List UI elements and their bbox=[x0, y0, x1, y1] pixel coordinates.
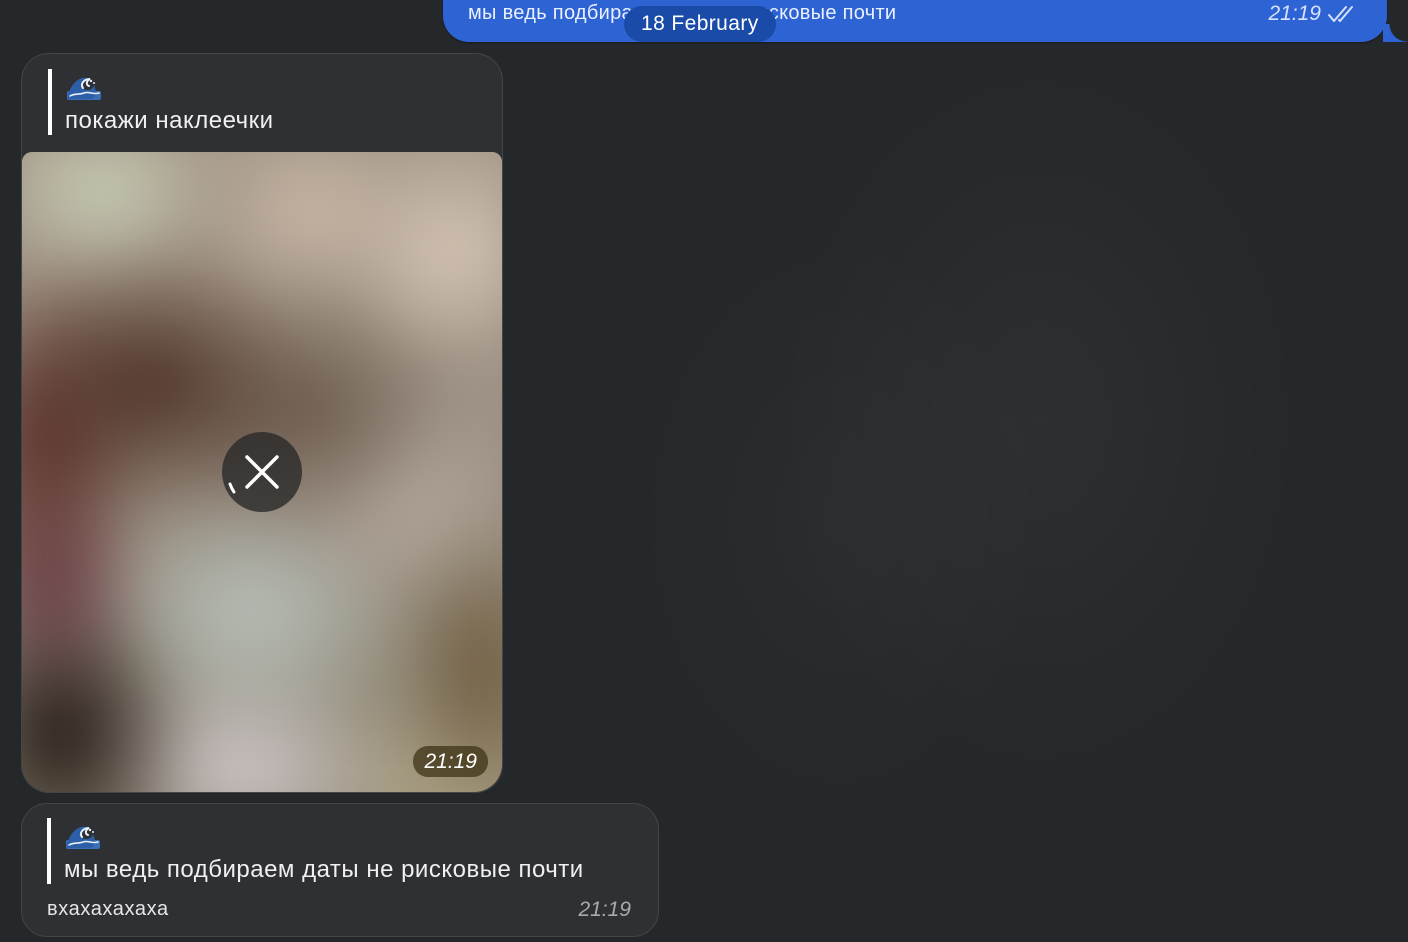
reply-quote[interactable]: покажи наклеечки bbox=[48, 69, 273, 135]
message-text: вхахахахаха bbox=[47, 898, 169, 920]
reply-text: покажи наклеечки bbox=[65, 107, 274, 134]
reply-text: мы ведь подбираем даты не рисковые почти bbox=[64, 856, 584, 883]
incoming-message-bubble[interactable]: мы ведь подбираем даты не рисковые почти… bbox=[21, 803, 659, 937]
date-separator: 18 February bbox=[624, 6, 776, 42]
incoming-message-bubble[interactable]: покажи наклеечки 21:19 bbox=[21, 53, 503, 793]
double-check-icon bbox=[1327, 4, 1357, 24]
message-meta: 21:19 bbox=[1268, 2, 1357, 26]
chat-background: мы ведь подбираем даты не рисковые почти… bbox=[0, 0, 1408, 942]
media-photo[interactable]: 21:19 bbox=[22, 152, 502, 792]
cancel-download-button[interactable] bbox=[222, 432, 302, 512]
cancel-download-icon bbox=[228, 455, 279, 494]
wave-emoji-icon bbox=[66, 73, 102, 101]
reply-quote[interactable]: мы ведь подбираем даты не рисковые почти bbox=[47, 818, 583, 884]
message-time: 21:19 bbox=[1268, 2, 1321, 25]
message-time: 21:19 bbox=[578, 898, 631, 921]
outgoing-message-bubble[interactable]: мы ведь подбираем даты не рисковые почти… bbox=[443, 0, 1407, 42]
wave-emoji-icon bbox=[65, 822, 101, 850]
message-time: 21:19 bbox=[413, 746, 488, 777]
